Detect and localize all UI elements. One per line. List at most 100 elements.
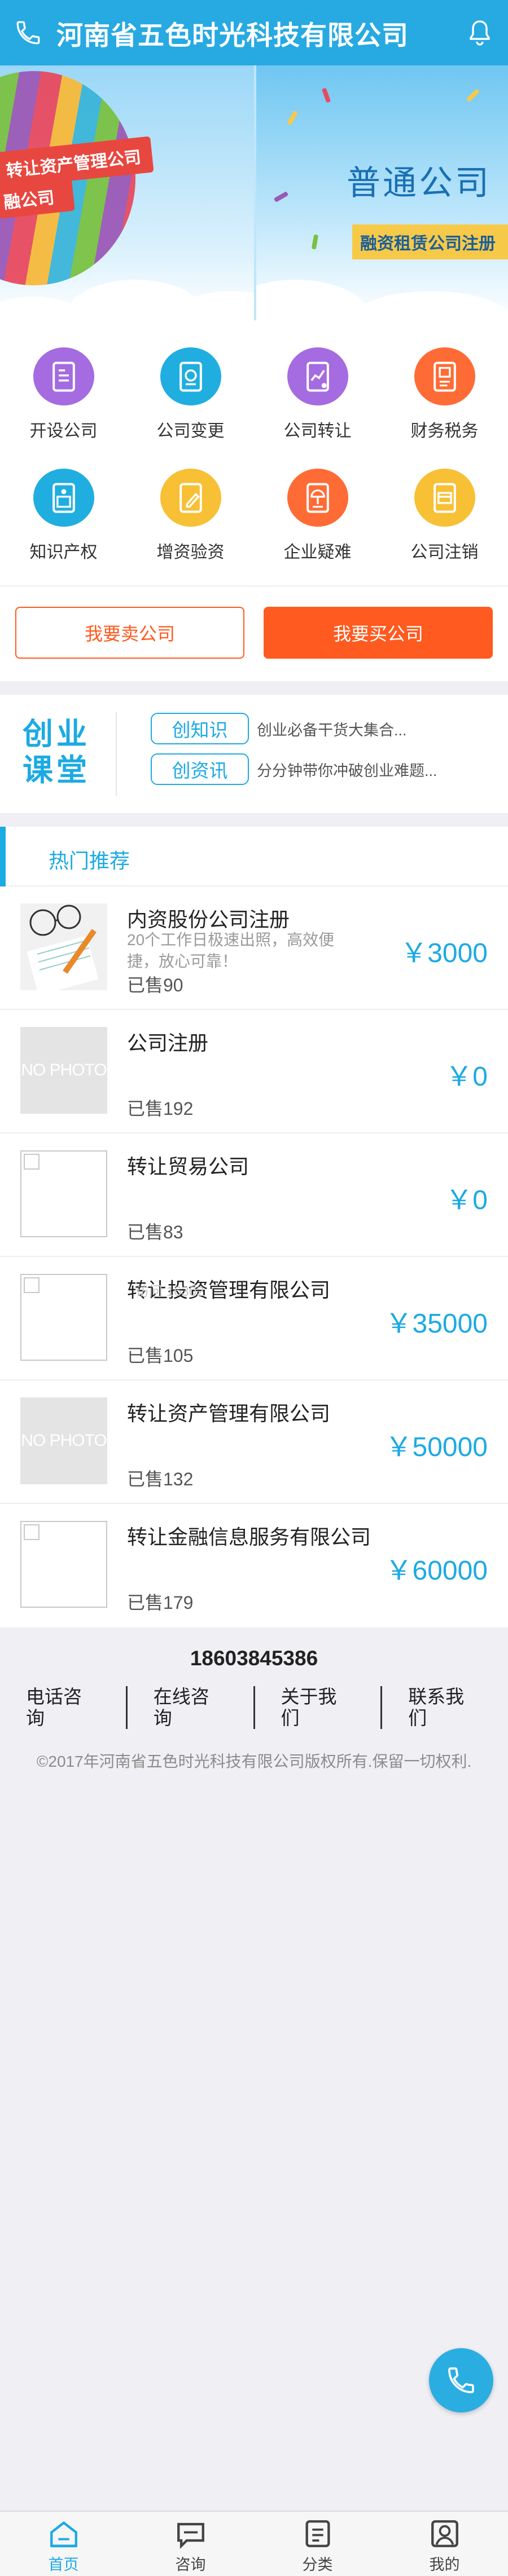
sell-company-button[interactable]: 我要卖公司 bbox=[15, 607, 244, 659]
product-photo bbox=[20, 903, 107, 990]
grid-label: 公司转让 bbox=[283, 422, 352, 440]
grid-item-capital[interactable]: 增资验资 bbox=[127, 442, 254, 563]
nav-mine[interactable]: 我的 bbox=[381, 2512, 508, 2576]
grid-label: 知识产权 bbox=[29, 543, 98, 562]
certificate-icon bbox=[33, 469, 94, 527]
list-item[interactable]: NO PHOTO 公司注册 已售192 ￥0 bbox=[0, 1010, 508, 1133]
grid-item-finance-tax[interactable]: 财务税务 bbox=[381, 320, 508, 442]
footer-link-phone[interactable]: 电话咨询 bbox=[0, 1686, 126, 1729]
refresh-doc-icon bbox=[160, 347, 221, 405]
grid-item-open-company[interactable]: 开设公司 bbox=[0, 320, 127, 442]
news-pill[interactable]: 创资讯 bbox=[151, 753, 249, 785]
footer-link-about[interactable]: 关于我们 bbox=[253, 1686, 381, 1729]
banner-carousel[interactable]: 转让资产管理公司 融公司 普通公司 融资租赁公司注册 bbox=[0, 65, 508, 320]
phone-icon[interactable] bbox=[0, 0, 56, 65]
list-item[interactable]: 内资股份公司注册 20个工作日极速出照，高效便捷，放心可靠！ 已售90 ￥300… bbox=[0, 886, 508, 1010]
contact-phone[interactable]: 18603845386 bbox=[0, 1647, 508, 1670]
grid-item-company-change[interactable]: 公司变更 bbox=[127, 320, 254, 442]
banner-slide-left[interactable]: 转让资产管理公司 融公司 bbox=[0, 65, 254, 320]
item-name: 转让贸易公司 bbox=[127, 1155, 249, 1178]
page-title: 河南省五色时光科技有限公司 bbox=[56, 20, 409, 50]
item-sold: 已售179 bbox=[127, 1593, 194, 1613]
card-icon bbox=[414, 469, 475, 527]
list-item[interactable]: 转让金融信息服务有限公司 已售179 ￥60000 bbox=[0, 1504, 508, 1627]
broken-image-icon bbox=[20, 1150, 107, 1237]
grid-label: 公司变更 bbox=[156, 422, 225, 440]
bell-icon[interactable] bbox=[452, 0, 508, 65]
grid-item-difficulty[interactable]: 企业疑难 bbox=[254, 442, 381, 563]
list-item[interactable]: 转让贸易公司 已售83 ￥0 bbox=[0, 1133, 508, 1257]
confetti-shape bbox=[311, 234, 319, 250]
knowledge-pill[interactable]: 创知识 bbox=[151, 713, 249, 744]
item-price: ￥60000 bbox=[385, 1556, 488, 1586]
footer-link-contact[interactable]: 联系我们 bbox=[380, 1686, 508, 1729]
no-photo-text: NO PHOTO bbox=[21, 1061, 107, 1079]
item-name: 公司注册 bbox=[127, 1031, 209, 1055]
grid-label: 开设公司 bbox=[29, 422, 98, 440]
banner-tag: 融资租赁公司注册 bbox=[352, 224, 508, 259]
no-photo-placeholder: NO PHOTO bbox=[20, 1397, 107, 1484]
divider bbox=[116, 712, 117, 796]
confetti-shape bbox=[466, 88, 480, 103]
hot-recommend-section: 热门推荐 内资股份公司注册 20个工作日极速出照，高效便捷，放心可靠！ 已售90… bbox=[0, 827, 508, 1627]
umbrella-icon bbox=[287, 469, 348, 527]
academy-logo-line: 课堂 bbox=[23, 753, 90, 787]
item-price: ￥50000 bbox=[385, 1432, 488, 1462]
no-photo-placeholder: NO PHOTO bbox=[20, 1027, 107, 1114]
item-subtitle: 20个工作日极速出照，高效便捷，放心可靠！ bbox=[127, 931, 335, 970]
float-call-button[interactable] bbox=[429, 2348, 493, 2412]
academy-logo-line: 创业 bbox=[23, 717, 90, 751]
nav-category[interactable]: 分类 bbox=[254, 2512, 381, 2576]
broken-image-icon bbox=[20, 1521, 107, 1608]
grid-label: 财务税务 bbox=[410, 422, 479, 440]
academy-logo: 创业 课堂 bbox=[23, 716, 102, 788]
confetti-shape bbox=[273, 191, 289, 202]
list-item[interactable]: NO PHOTO 转让资产管理有限公司 已售132 ￥50000 bbox=[0, 1380, 508, 1504]
nav-label: 我的 bbox=[429, 2556, 460, 2573]
user-icon bbox=[431, 2520, 458, 2547]
grid-label: 企业疑难 bbox=[283, 543, 352, 562]
no-photo-text: NO PHOTO bbox=[21, 1431, 107, 1450]
confetti-shape bbox=[321, 87, 331, 103]
category-icon bbox=[305, 2520, 330, 2547]
section-title: 热门推荐 bbox=[49, 849, 130, 872]
item-sold: 已售132 bbox=[127, 1469, 194, 1489]
grid-label: 增资验资 bbox=[156, 543, 225, 562]
nav-consult[interactable]: 咨询 bbox=[127, 2512, 254, 2576]
item-price: ￥35000 bbox=[385, 1309, 488, 1339]
app-header: 河南省五色时光科技有限公司 bbox=[0, 0, 508, 65]
buy-company-button[interactable]: 我要买公司 bbox=[264, 607, 493, 659]
item-name: 内资股份公司注册 bbox=[127, 908, 290, 931]
confetti-shape bbox=[287, 110, 298, 126]
list-item[interactable]: 转让投资管理有限公司 已售105 ￥35000 bbox=[0, 1257, 508, 1380]
academy-desc[interactable]: 创业必备干货大集合... bbox=[257, 718, 407, 740]
academy-desc[interactable]: 分分钟带你冲破创业难题... bbox=[257, 758, 437, 780]
academy-row-knowledge[interactable]: 创知识 创业必备干货大集合... bbox=[151, 713, 407, 744]
grid-item-company-transfer[interactable]: 公司转让 bbox=[254, 320, 381, 442]
phone-icon bbox=[448, 2367, 474, 2393]
footer-info: 18603845386 电话咨询 在线咨询 关于我们 联系我们 ©2017年河南… bbox=[0, 1647, 508, 1777]
banner-slide-right[interactable]: 普通公司 融资租赁公司注册 bbox=[256, 65, 508, 320]
chat-icon bbox=[177, 2522, 204, 2549]
broken-image-icon bbox=[20, 1274, 107, 1361]
item-price: ￥3000 bbox=[400, 938, 488, 968]
grid-item-ip[interactable]: 知识产权 bbox=[0, 442, 127, 563]
nav-label: 分类 bbox=[302, 2556, 333, 2573]
nav-label: 首页 bbox=[48, 2556, 79, 2573]
banner-headline: 普通公司 bbox=[347, 164, 491, 202]
item-price: ￥0 bbox=[445, 1062, 488, 1092]
grid-label: 公司注销 bbox=[410, 543, 479, 562]
nav-home[interactable]: 首页 bbox=[0, 2512, 127, 2576]
nav-label: 咨询 bbox=[175, 2556, 206, 2573]
section-header: 热门推荐 bbox=[0, 827, 508, 886]
item-sold: 已售105 bbox=[127, 1346, 194, 1366]
academy-row-news[interactable]: 创资讯 分分钟带你冲破创业难题... bbox=[151, 753, 437, 785]
startup-academy: 创业 课堂 创知识 创业必备干货大集合... 创资讯 分分钟带你冲破创业难题..… bbox=[0, 695, 508, 813]
bottom-nav: 首页 咨询 分类 我的 bbox=[0, 2511, 508, 2576]
footer-link-online[interactable]: 在线咨询 bbox=[125, 1686, 253, 1729]
item-sold: 已售83 bbox=[127, 1222, 183, 1242]
cloud-shape bbox=[347, 291, 508, 320]
item-sold: 已售192 bbox=[127, 1099, 194, 1119]
grid-item-deregister[interactable]: 公司注销 bbox=[381, 442, 508, 563]
banner-tag-text: 融资租赁公司注册 bbox=[360, 235, 496, 253]
